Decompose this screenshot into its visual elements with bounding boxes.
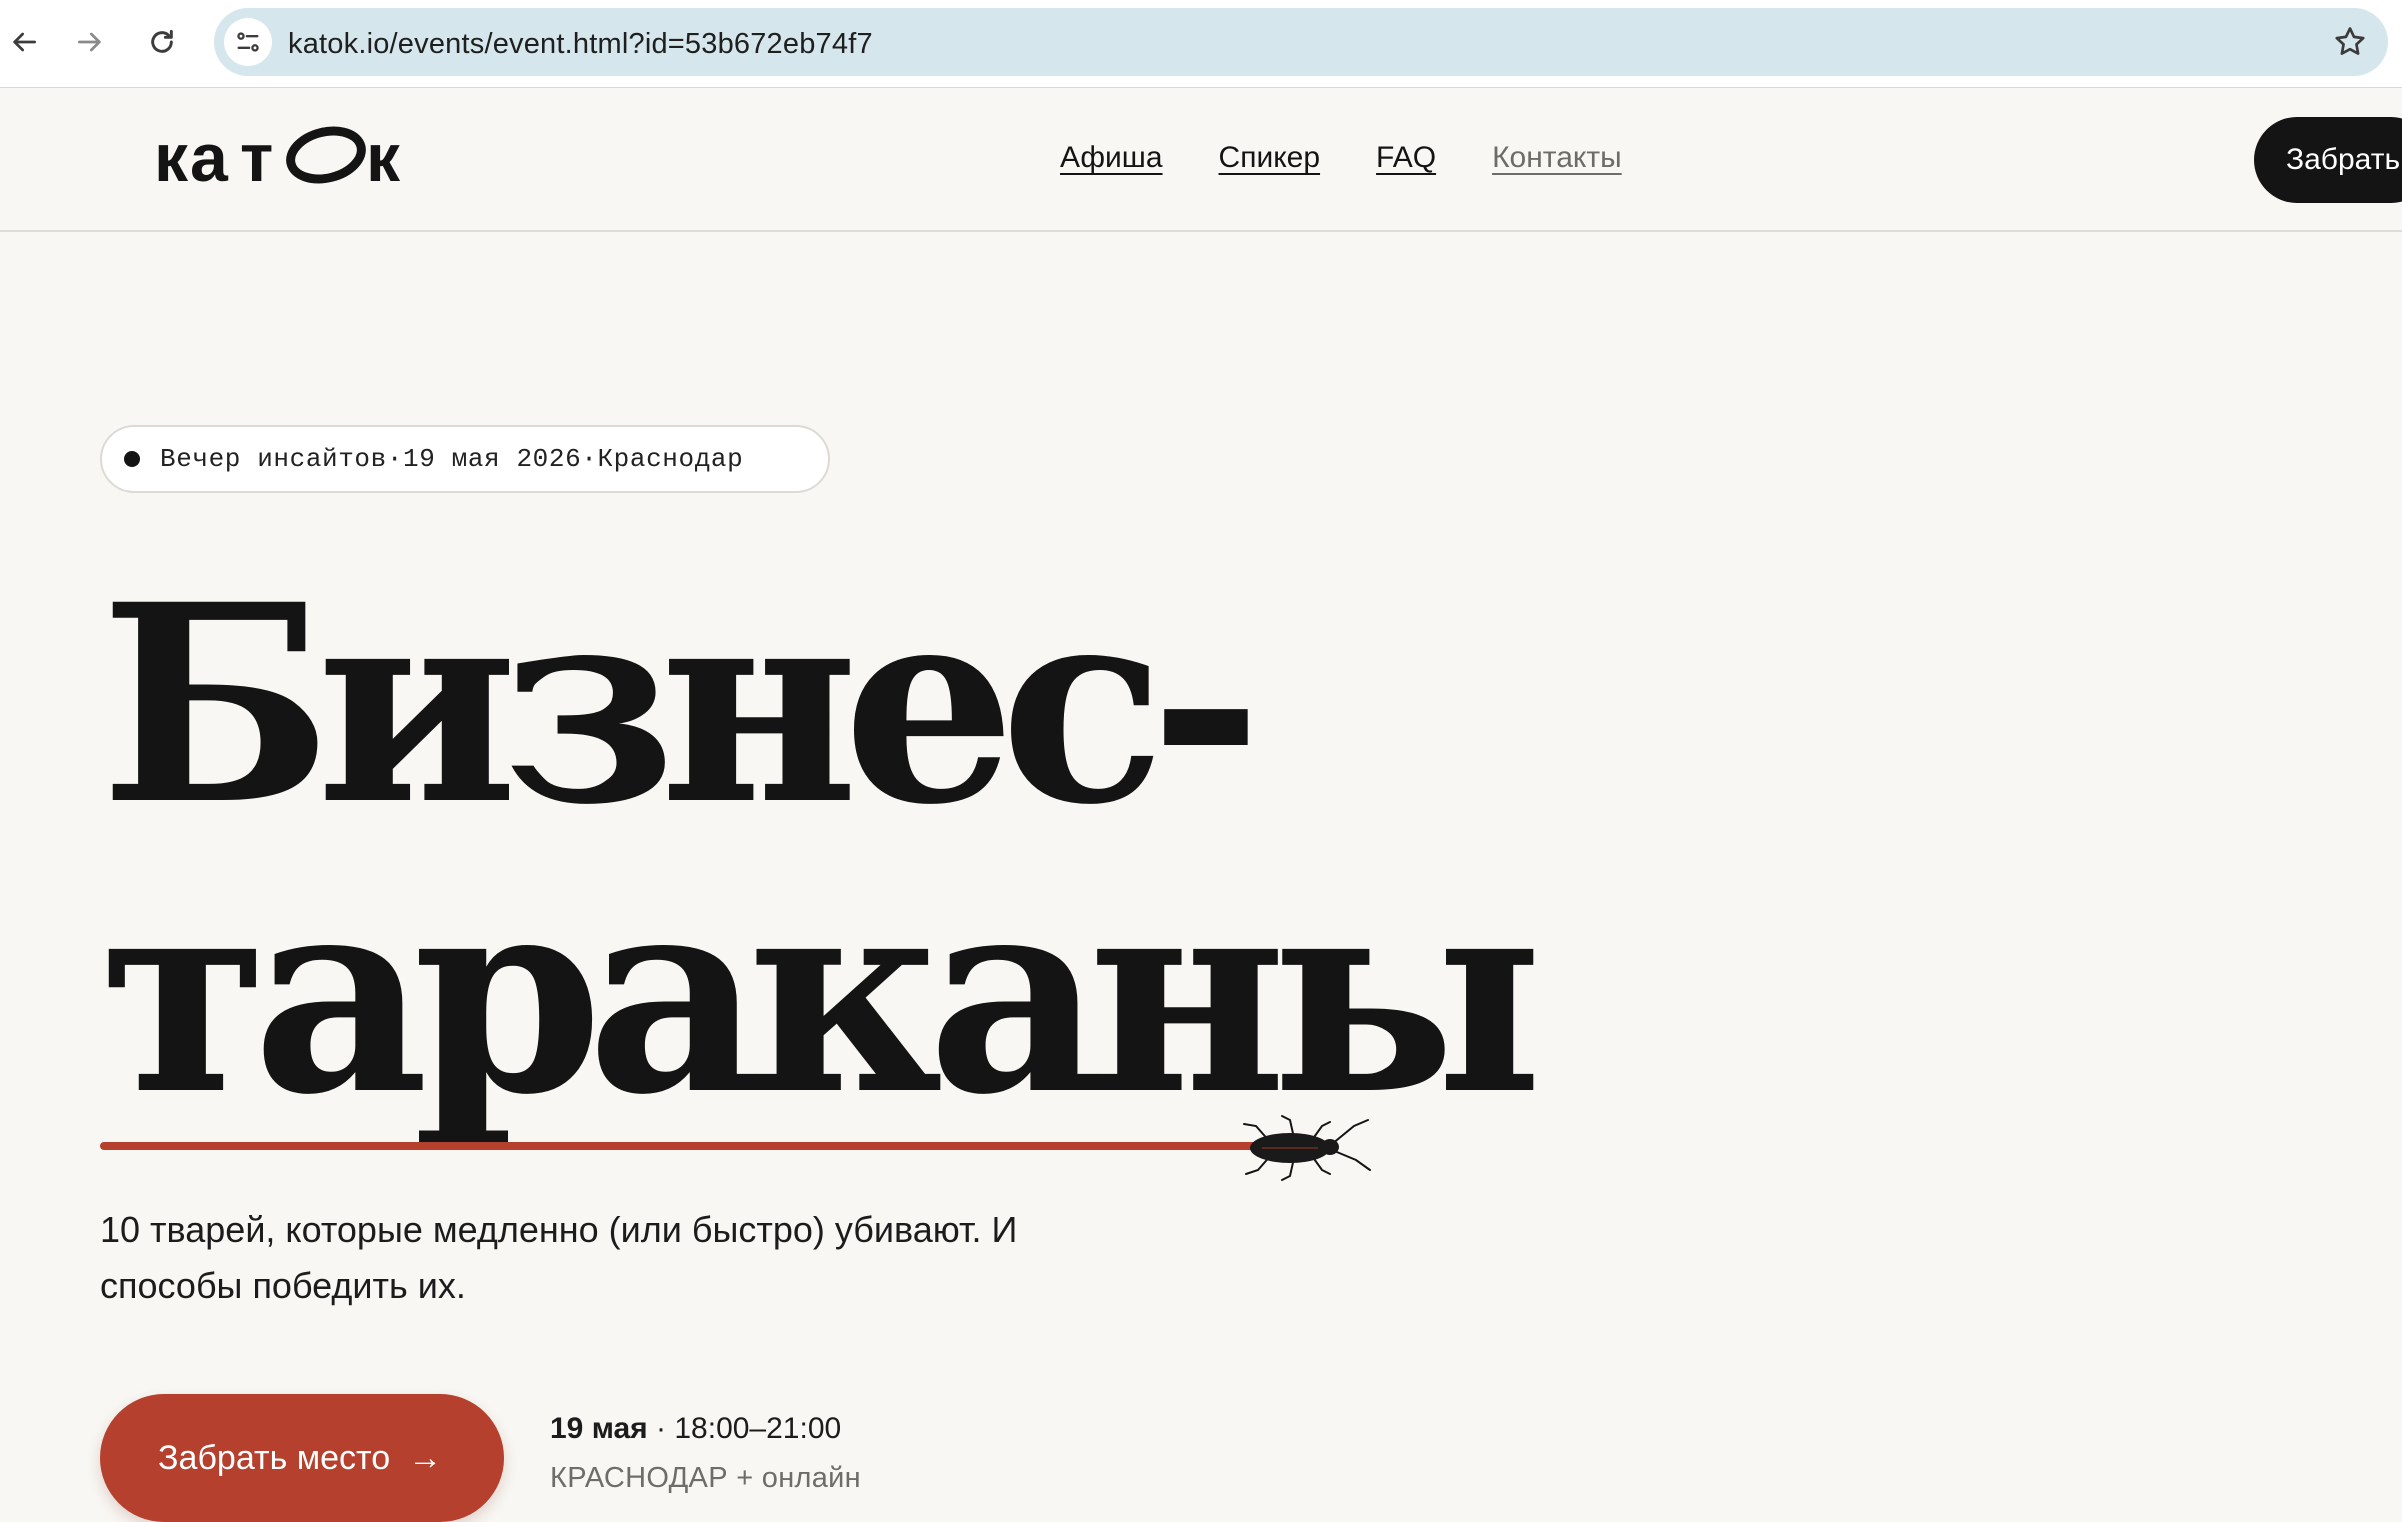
address-bar[interactable]: katok.io/events/event.html?id=53b672eb74… <box>214 8 2388 76</box>
claim-seat-button[interactable]: Забрать место → <box>100 1394 504 1522</box>
status-dot-icon <box>124 451 140 467</box>
claim-seat-label: Забрать место <box>158 1438 391 1477</box>
chip-separator: · <box>581 444 598 474</box>
hero-title-line-2: тараканы <box>100 836 1544 1155</box>
event-time: · 18:00–21:00 <box>647 1412 842 1445</box>
hero-title-line-1: Бизнес- <box>100 546 1262 865</box>
main-nav: Афиша Спикер FAQ Контакты <box>1060 141 1622 175</box>
url-text[interactable]: katok.io/events/event.html?id=53b672eb74… <box>288 28 873 61</box>
nav-link-faq[interactable]: FAQ <box>1376 141 1436 175</box>
event-meta-chip: Вечер инсайтов · 19 мая 2026 · Краснодар <box>100 425 830 493</box>
back-arrow-icon <box>13 32 36 52</box>
site-header: ка т к Афиша Спикер FAQ Контакты Забрать <box>0 89 2402 232</box>
hero-subtitle: 10 тварей, которые медленно (или быстро)… <box>100 1209 1018 1306</box>
event-datetime: 19 мая · 18:00–21:00 <box>550 1412 841 1446</box>
bookmark-star-icon[interactable] <box>2332 24 2368 60</box>
browser-toolbar: katok.io/events/event.html?id=53b672eb74… <box>0 0 2402 88</box>
event-type: Вечер инсайтов <box>160 444 387 474</box>
event-location: КРАСНОДАР + онлайн <box>550 1462 861 1494</box>
svg-text:ка: ка <box>154 123 230 193</box>
nav-link-speaker[interactable]: Спикер <box>1219 141 1321 175</box>
site-info-button[interactable] <box>224 18 272 66</box>
cockroach-icon <box>1243 1115 1371 1181</box>
event-city: Краснодар <box>597 444 744 474</box>
chip-separator: · <box>386 444 404 474</box>
svg-text:к: к <box>366 123 401 193</box>
header-cta-button[interactable]: Забрать <box>2254 117 2402 203</box>
event-date-bold: 19 мая <box>550 1412 648 1445</box>
katok-logo[interactable]: ка т к <box>154 123 424 193</box>
nav-link-contacts[interactable]: Контакты <box>1492 141 1622 175</box>
nav-link-afisha[interactable]: Афиша <box>1060 141 1163 175</box>
forward-arrow-icon <box>78 32 101 52</box>
reload-button[interactable] <box>138 18 186 66</box>
back-button[interactable] <box>0 18 48 66</box>
site-settings-icon <box>237 32 259 52</box>
reload-icon <box>151 29 173 53</box>
forward-button[interactable] <box>66 18 114 66</box>
arrow-right-icon: → <box>408 1438 443 1477</box>
event-date: 19 мая 2026 <box>403 444 582 474</box>
svg-text:т: т <box>240 123 273 193</box>
accent-underline <box>100 1142 1280 1150</box>
